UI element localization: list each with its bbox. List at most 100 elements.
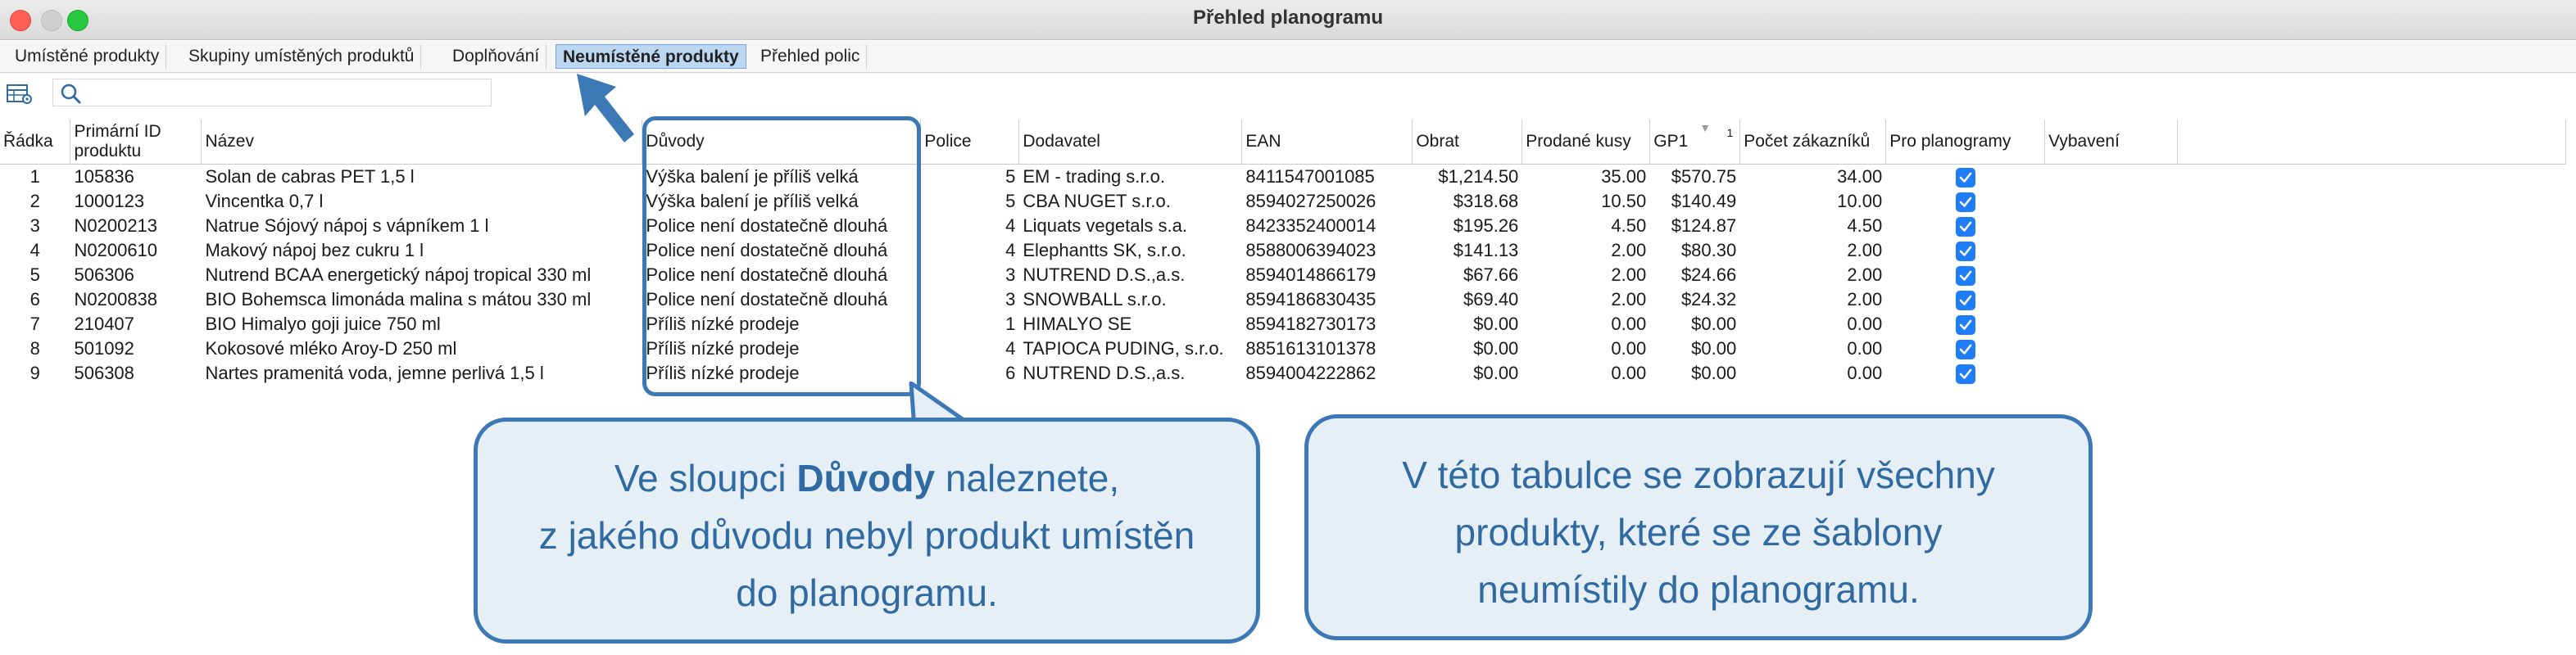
col-header-primarni-id[interactable]: Primární ID produktu xyxy=(70,120,202,165)
table-settings-icon[interactable] xyxy=(7,84,33,105)
table-row[interactable]: 1 105836 Solan de cabras PET 1,5 l Výška… xyxy=(0,165,2566,190)
col-header-pocet-zakazniku[interactable]: Počet zákazníků xyxy=(1739,120,1887,165)
cell-pocet-zakazniku: 2.00 xyxy=(1847,240,1883,260)
callout-left-line1: Ve sloupci Důvody naleznete, xyxy=(614,457,1120,499)
cell-vybaveni xyxy=(2045,238,2178,263)
cell-pocet-zakazniku: 4.50 xyxy=(1847,215,1883,236)
checkmark-icon xyxy=(1959,368,1971,379)
cell-ean: 8588006394023 xyxy=(1245,240,1376,260)
cell-prodane-kusy: 0.00 xyxy=(1611,314,1647,334)
pro-planogramy-checkbox[interactable] xyxy=(1955,340,1975,360)
unplaced-products-table: Řádka Primární ID produktu Název Důvody P… xyxy=(0,120,2566,386)
cell-prodane-kusy: 0.00 xyxy=(1611,363,1647,383)
callout-left-line2: z jakého důvodu nebyl produkt umístěn xyxy=(538,514,1195,557)
pro-planogramy-checkbox[interactable] xyxy=(1955,364,1975,385)
checkmark-icon xyxy=(1959,196,1971,207)
cell-primarni-id: 1000123 xyxy=(74,191,145,211)
cell-gp1: $0.00 xyxy=(1691,338,1737,359)
cell-empty xyxy=(2178,361,2566,386)
pro-planogramy-checkbox[interactable] xyxy=(1955,266,1975,287)
cell-pro-planogramy xyxy=(1886,312,2045,337)
cell-duvody: Police není dostatečně dlouhá xyxy=(646,264,888,285)
callout-right-line3: neumístily do planogramu. xyxy=(1477,568,1920,611)
cell-pocet-zakazniku: 10.00 xyxy=(1837,191,1883,211)
table-row[interactable]: 3 N0200213 Natrue Sójový nápoj s vápníke… xyxy=(0,214,2566,238)
cell-duvody: Příliš nízké prodeje xyxy=(646,338,800,359)
cell-pocet-zakazniku: 0.00 xyxy=(1847,363,1883,383)
tab-doplnovani[interactable]: Doplňování xyxy=(446,44,547,69)
cell-dodavatel: CBA NUGET s.r.o. xyxy=(1023,191,1171,211)
cell-nazev: BIO Bohemsca limonáda malina s mátou 330… xyxy=(205,289,592,309)
cell-ean: 8851613101378 xyxy=(1245,338,1376,359)
cell-primarni-id: 506306 xyxy=(74,264,134,285)
col-header-police[interactable]: Police xyxy=(920,120,1020,165)
cell-pro-planogramy xyxy=(1886,287,2045,312)
cell-duvody: Police není dostatečně dlouhá xyxy=(646,240,888,260)
table-row[interactable]: 7 210407 BIO Himalyo goji juice 750 ml P… xyxy=(0,312,2566,337)
col-header-ean[interactable]: EAN xyxy=(1241,120,1413,165)
cell-pro-planogramy xyxy=(1886,361,2045,386)
cell-pro-planogramy xyxy=(1886,263,2045,287)
col-header-vybaveni[interactable]: Vybavení xyxy=(2044,120,2179,165)
cell-dodavatel: TAPIOCA PUDING, s.r.o. xyxy=(1023,338,1224,359)
cell-prodane-kusy: 4.50 xyxy=(1611,215,1647,236)
table-row[interactable]: 4 N0200610 Makový nápoj bez cukru 1 l Po… xyxy=(0,238,2566,263)
cell-radka: 9 xyxy=(29,363,40,383)
cell-nazev: Vincentka 0,7 l xyxy=(205,191,324,211)
col-header-pro-planogramy[interactable]: Pro planogramy xyxy=(1885,120,2046,165)
cell-pocet-zakazniku: 0.00 xyxy=(1847,338,1883,359)
cell-radka: 6 xyxy=(29,289,40,309)
pro-planogramy-checkbox[interactable] xyxy=(1955,242,1975,262)
table-row[interactable]: 5 506306 Nutrend BCAA energetický nápoj … xyxy=(0,263,2566,287)
tab-prehled-polic[interactable]: Přehled polic xyxy=(754,44,868,69)
window-titlebar: Přehled planogramu xyxy=(0,0,2576,40)
col-header-duvody[interactable]: Důvody xyxy=(642,120,922,165)
tab-bar: Umístěné produkty Skupiny umístěných pro… xyxy=(0,41,2576,73)
cell-vybaveni xyxy=(2045,189,2178,214)
cell-obrat: $1,214.50 xyxy=(1438,166,1519,187)
cell-gp1: $124.87 xyxy=(1671,215,1737,236)
cell-vybaveni xyxy=(2045,263,2178,287)
cell-obrat: $0.00 xyxy=(1473,363,1519,383)
cell-dodavatel: EM - trading s.r.o. xyxy=(1023,166,1165,187)
search-icon xyxy=(60,83,81,104)
cell-empty xyxy=(2178,238,2566,263)
pro-planogramy-checkbox[interactable] xyxy=(1955,217,1975,237)
tab-umistene-produkty[interactable]: Umístěné produkty xyxy=(8,44,167,69)
cell-duvody: Příliš nízké prodeje xyxy=(646,363,800,383)
table-row[interactable]: 2 1000123 Vincentka 0,7 l Výška balení j… xyxy=(0,189,2566,214)
pro-planogramy-checkbox[interactable] xyxy=(1955,315,1975,336)
col-header-dodavatel[interactable]: Dodavatel xyxy=(1018,120,1243,165)
cell-prodane-kusy: 2.00 xyxy=(1611,240,1647,260)
pro-planogramy-checkbox[interactable] xyxy=(1955,192,1975,213)
col-header-radka[interactable]: Řádka xyxy=(0,120,71,165)
col-header-obrat[interactable]: Obrat xyxy=(1412,120,1523,165)
table-row[interactable]: 6 N0200838 BIO Bohemsca limonáda malina … xyxy=(0,287,2566,312)
cell-pro-planogramy xyxy=(1886,337,2045,361)
pro-planogramy-checkbox[interactable] xyxy=(1955,168,1975,188)
col-header-gp1[interactable]: GP1 ▼ 1 xyxy=(1649,120,1741,165)
cell-dodavatel: Elephantts SK, s.r.o. xyxy=(1023,240,1186,260)
callout-right-line2: produkty, které se ze šablony xyxy=(1454,511,1943,553)
cell-radka: 7 xyxy=(29,314,40,334)
cell-obrat: $67.66 xyxy=(1463,264,1519,285)
cell-duvody: Příliš nízké prodeje xyxy=(646,314,800,334)
tab-neumistene-produkty[interactable]: Neumístěné produkty xyxy=(556,44,746,69)
table-row[interactable]: 9 506308 Nartes pramenitá voda, jemne pe… xyxy=(0,361,2566,386)
cell-ean: 8594014866179 xyxy=(1245,264,1376,285)
cell-empty xyxy=(2178,263,2566,287)
pointer-arrow-icon xyxy=(577,74,634,142)
cell-police: 3 xyxy=(1005,289,1016,309)
cell-police: 4 xyxy=(1005,215,1016,236)
pro-planogramy-checkbox[interactable] xyxy=(1955,291,1975,311)
cell-obrat: $318.68 xyxy=(1453,191,1519,211)
callout-table-explanation: V této tabulce se zobrazují všechny prod… xyxy=(1304,414,2093,640)
col-header-prodane-kusy[interactable]: Prodané kusy xyxy=(1522,120,1651,165)
cell-radka: 1 xyxy=(29,166,40,187)
cell-nazev: Makový nápoj bez cukru 1 l xyxy=(205,240,424,260)
tab-skupiny-umistenych-produktu[interactable]: Skupiny umístěných produktů xyxy=(182,44,422,69)
search-input[interactable] xyxy=(86,81,483,104)
cell-primarni-id: N0200213 xyxy=(74,215,158,236)
callout-right-line1: V této tabulce se zobrazují všechny xyxy=(1402,454,1995,496)
table-row[interactable]: 8 501092 Kokosové mléko Aroy-D 250 ml Př… xyxy=(0,337,2566,361)
